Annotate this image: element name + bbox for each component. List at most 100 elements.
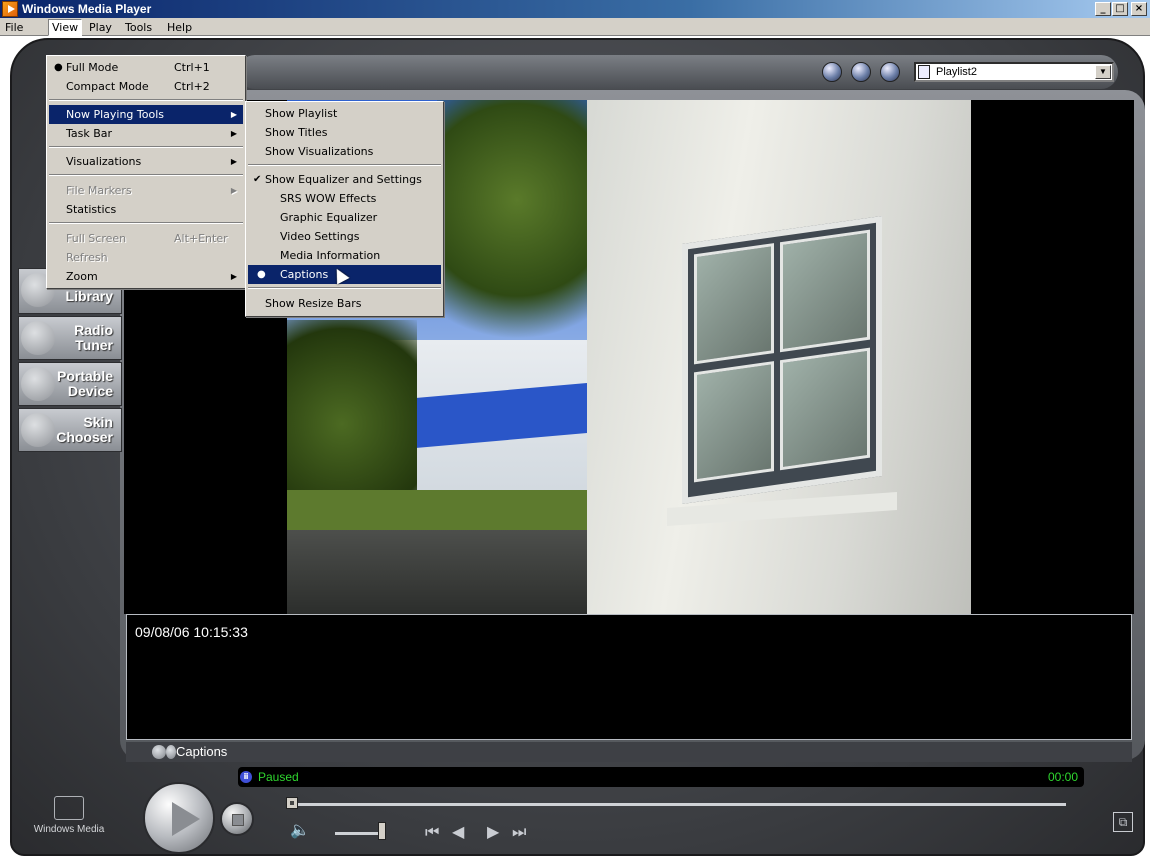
previous-icon[interactable]: ⏮ xyxy=(425,822,439,842)
playlist-view-button[interactable] xyxy=(851,62,871,82)
menu-view[interactable]: View xyxy=(48,19,83,36)
playlist-dropdown[interactable]: Playlist2 ▼ xyxy=(914,62,1114,82)
menu-show-resize-bars-label: Show Resize Bars xyxy=(265,297,362,310)
stop-button[interactable] xyxy=(220,802,254,836)
menu-now-playing-tools[interactable]: Now Playing Tools ▶ xyxy=(49,105,243,124)
chevron-right-icon: ▶ xyxy=(230,157,237,166)
menu-zoom[interactable]: Zoom ▶ xyxy=(49,267,243,286)
next-pane-icon[interactable] xyxy=(166,745,176,759)
volume-slider[interactable] xyxy=(335,832,383,835)
rewind-icon[interactable]: ◀ xyxy=(452,822,464,841)
taskbar-portable-device[interactable]: Portable Device xyxy=(18,362,122,406)
shuffle-button[interactable] xyxy=(880,62,900,82)
menu-visualizations-label: Visualizations xyxy=(66,155,142,168)
compact-mode-icon[interactable]: ⧉ xyxy=(1113,812,1133,832)
taskbar-skin-chooser-line1: Skin xyxy=(83,414,113,430)
menu-show-equalizer[interactable]: ✔ Show Equalizer and Settings xyxy=(248,170,441,189)
taskbar-portable-device-line1: Portable xyxy=(56,368,113,384)
menu-help[interactable]: Help xyxy=(164,20,195,35)
menu-show-titles-label: Show Titles xyxy=(265,126,328,139)
captions-pane-label: Captions xyxy=(176,744,228,759)
menu-show-playlist-label: Show Playlist xyxy=(265,107,338,120)
menu-task-bar[interactable]: Task Bar ▶ xyxy=(49,124,243,143)
taskbar-radio-tuner[interactable]: Radio Tuner xyxy=(18,316,122,360)
previous-pane-icon[interactable] xyxy=(152,745,166,759)
speaker-icon[interactable]: 🔈 xyxy=(290,820,310,839)
fast-forward-icon[interactable]: ▶ xyxy=(487,822,499,841)
menu-statistics[interactable]: Statistics xyxy=(49,200,243,219)
status-text: Paused xyxy=(258,770,299,784)
seek-thumb[interactable] xyxy=(286,797,298,809)
menu-media-information-label: Media Information xyxy=(280,249,381,262)
taskbar-media-library-line2: Library xyxy=(65,288,113,304)
video-window-pane xyxy=(694,361,774,483)
chevron-right-icon: ▶ xyxy=(230,129,237,138)
now-playing-tools-submenu: Show Playlist Show Titles Show Visualiza… xyxy=(245,101,444,317)
menu-separator xyxy=(49,146,243,148)
menu-full-mode-shortcut: Ctrl+1 xyxy=(174,61,210,74)
close-button[interactable]: × xyxy=(1131,2,1147,16)
menu-graphic-equalizer[interactable]: Graphic Equalizer xyxy=(248,208,441,227)
bullet-icon: ● xyxy=(54,62,63,73)
menu-srs-wow[interactable]: SRS WOW Effects xyxy=(248,189,441,208)
caption-text: 09/08/06 10:15:33 xyxy=(135,624,248,640)
media-player-window: Windows Media Player _ □ × File View Pla… xyxy=(0,0,1150,858)
video-window-pane xyxy=(694,243,774,365)
play-button[interactable] xyxy=(143,782,215,854)
captions-bar: Captions xyxy=(126,742,1132,762)
menu-show-playlist[interactable]: Show Playlist xyxy=(248,104,441,123)
taskbar-radio-tuner-line2: Tuner xyxy=(75,337,113,353)
menu-play[interactable]: Play xyxy=(86,20,115,35)
menu-show-resize-bars[interactable]: Show Resize Bars xyxy=(248,294,441,313)
menu-show-titles[interactable]: Show Titles xyxy=(248,123,441,142)
menu-graphic-equalizer-label: Graphic Equalizer xyxy=(280,211,378,224)
menu-file-markers: File Markers ▶ xyxy=(49,181,243,200)
logo-text: Windows Media xyxy=(33,824,105,835)
media-player-icon xyxy=(2,1,18,17)
seek-bar[interactable] xyxy=(288,803,1066,806)
equalizer-button[interactable] xyxy=(822,62,842,82)
menu-file[interactable]: File xyxy=(2,20,26,35)
check-icon: ✔ xyxy=(253,174,262,185)
taskbar-portable-device-line2: Device xyxy=(67,383,113,399)
menu-separator xyxy=(49,222,243,224)
view-menu: ● Full Mode Ctrl+1 Compact Mode Ctrl+2 N… xyxy=(46,55,246,289)
menu-separator xyxy=(49,174,243,176)
status-bar: ⅱ Paused 00:00 xyxy=(238,767,1084,787)
chevron-right-icon: ▶ xyxy=(230,186,237,195)
menu-show-equalizer-label: Show Equalizer and Settings xyxy=(265,173,422,186)
menu-file-markers-label: File Markers xyxy=(66,184,132,197)
menu-refresh: Refresh xyxy=(49,248,243,267)
next-icon[interactable]: ⏭ xyxy=(512,822,526,842)
bullet-icon: ● xyxy=(257,269,266,280)
menu-compact-mode-shortcut: Ctrl+2 xyxy=(174,80,210,93)
menu-show-visualizations-label: Show Visualizations xyxy=(265,145,374,158)
status-info-icon: ⅱ xyxy=(240,771,252,783)
menu-refresh-label: Refresh xyxy=(66,251,108,264)
volume-thumb[interactable] xyxy=(378,822,386,840)
menu-video-settings[interactable]: Video Settings xyxy=(248,227,441,246)
menu-full-screen: Full Screen Alt+Enter xyxy=(49,229,243,248)
window-title: Windows Media Player xyxy=(22,2,152,16)
menu-full-mode-label: Full Mode xyxy=(66,61,119,74)
menu-task-bar-label: Task Bar xyxy=(66,127,113,140)
chevron-down-icon[interactable]: ▼ xyxy=(1095,65,1111,79)
maximize-button[interactable]: □ xyxy=(1112,2,1128,16)
menu-video-settings-label: Video Settings xyxy=(280,230,360,243)
playlist-icon xyxy=(918,65,930,79)
menu-show-visualizations[interactable]: Show Visualizations xyxy=(248,142,441,161)
menu-full-screen-shortcut: Alt+Enter xyxy=(174,232,228,245)
menu-media-information[interactable]: Media Information xyxy=(248,246,441,265)
menu-full-mode[interactable]: ● Full Mode Ctrl+1 xyxy=(49,58,243,77)
taskbar-skin-chooser-line2: Chooser xyxy=(56,429,113,445)
menu-tools[interactable]: Tools xyxy=(122,20,155,35)
menu-compact-mode[interactable]: Compact Mode Ctrl+2 xyxy=(49,77,243,96)
taskbar-skin-chooser[interactable]: Skin Chooser xyxy=(18,408,122,452)
menu-bar: File View Play Tools Help xyxy=(0,18,1150,36)
title-bar: Windows Media Player _ □ × xyxy=(0,0,1150,18)
taskbar-radio-tuner-line1: Radio xyxy=(74,322,113,338)
minimize-button[interactable]: _ xyxy=(1095,2,1111,16)
menu-separator xyxy=(248,164,441,166)
menu-visualizations[interactable]: Visualizations ▶ xyxy=(49,152,243,171)
video-window-pane xyxy=(780,229,870,353)
